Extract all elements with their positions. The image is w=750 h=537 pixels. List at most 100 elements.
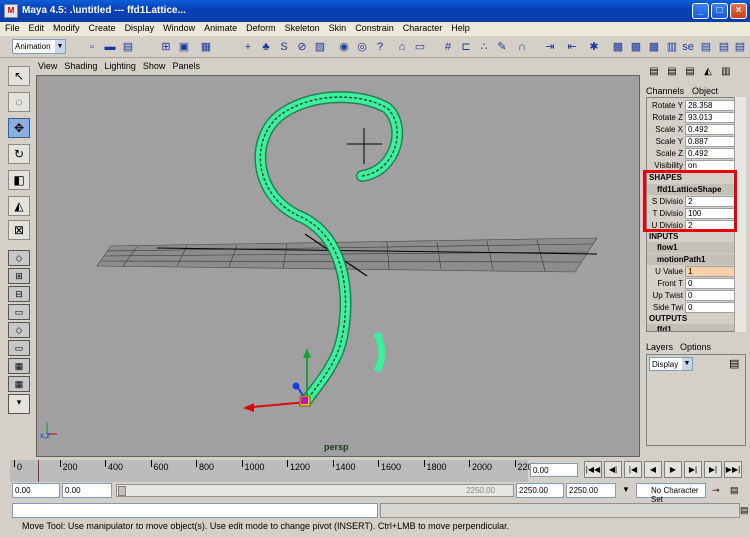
- menu-animate[interactable]: Animate: [199, 22, 241, 33]
- minimize-button[interactable]: _: [692, 3, 709, 19]
- playback-end-field[interactable]: 2250.00: [516, 483, 564, 498]
- character-set-arrow-icon[interactable]: ▼: [622, 485, 630, 494]
- menu-skin[interactable]: Skin: [324, 22, 351, 33]
- snap-grid-icon[interactable]: #: [440, 39, 456, 55]
- last-tool-icon[interactable]: ⊠: [8, 220, 30, 240]
- scale-tool-icon[interactable]: ◧: [8, 170, 30, 190]
- attribute-editor-icon[interactable]: ▤: [716, 39, 732, 55]
- move-tool-icon[interactable]: ✥: [8, 118, 30, 138]
- menu-window[interactable]: Window: [158, 22, 199, 33]
- output-node[interactable]: ffd1: [647, 324, 737, 331]
- menu-constrain[interactable]: Constrain: [350, 22, 398, 33]
- snap-view-icon[interactable]: ✎: [494, 39, 510, 55]
- tool-settings-icon[interactable]: ▥: [718, 64, 734, 80]
- selection-field-icon[interactable]: ▤: [698, 39, 714, 55]
- step-forward-frame-icon[interactable]: ▶|: [684, 461, 702, 478]
- panel-menu-lighting[interactable]: Lighting: [100, 60, 139, 71]
- range-slider-handle[interactable]: [118, 486, 126, 496]
- lock-selection-icon[interactable]: ⌂: [394, 39, 410, 55]
- script-editor-icon[interactable]: ▤: [740, 505, 749, 516]
- curve-mask-icon[interactable]: S: [276, 39, 292, 55]
- channel-box-icon[interactable]: ▤: [732, 39, 748, 55]
- lasso-tool-icon[interactable]: ◌: [8, 92, 30, 112]
- channel-layers-icon[interactable]: ▤: [664, 64, 680, 80]
- make-live-icon[interactable]: ∩: [514, 39, 530, 55]
- attr-value[interactable]: 0.492: [685, 148, 735, 159]
- time-slider[interactable]: 0 200 400 600 800 1000 1200 1400 1600 1800 2000 220: [10, 460, 533, 482]
- render-globals-icon[interactable]: ▥: [664, 39, 680, 55]
- rendering-mask-icon[interactable]: ◎: [354, 39, 370, 55]
- menu-character[interactable]: Character: [398, 22, 447, 33]
- play-backwards-icon[interactable]: ◀: [644, 461, 662, 478]
- layout-two-icon[interactable]: ⊟: [8, 286, 30, 302]
- attr-value[interactable]: 0: [685, 278, 735, 289]
- ipr-render-icon[interactable]: ▩: [646, 39, 662, 55]
- channel-list-icon[interactable]: ▤: [646, 64, 662, 80]
- construction-history-icon[interactable]: ✱: [586, 39, 602, 55]
- layout-graph-icon[interactable]: ▦: [8, 376, 30, 392]
- render-icon[interactable]: ▩: [628, 39, 644, 55]
- dynamics-mask-icon[interactable]: ◉: [336, 39, 352, 55]
- snap-curve-icon[interactable]: ⊏: [458, 39, 474, 55]
- deformer-mask-icon[interactable]: ▧: [312, 39, 328, 55]
- maya-app-icon[interactable]: M: [4, 4, 18, 18]
- surface-mask-icon[interactable]: ⊘: [294, 39, 310, 55]
- go-to-end-icon[interactable]: ▶▶|: [724, 461, 742, 478]
- misc-mask-icon[interactable]: ?: [372, 39, 388, 55]
- new-scene-icon[interactable]: ▫: [84, 39, 100, 55]
- layer-display-select[interactable]: Display ▼: [649, 357, 693, 371]
- rotate-tool-icon[interactable]: ↻: [8, 144, 30, 164]
- layout-hypergraph-icon[interactable]: ◇: [8, 322, 30, 338]
- save-scene-icon[interactable]: ▤: [120, 39, 136, 55]
- play-forwards-icon[interactable]: ▶: [664, 461, 682, 478]
- playback-start-field[interactable]: 0.00: [62, 483, 112, 498]
- menu-display[interactable]: Display: [120, 22, 159, 33]
- menu-edit[interactable]: Edit: [24, 22, 49, 33]
- input-node-motionpath[interactable]: motionPath1: [647, 254, 737, 265]
- handle-mask-icon[interactable]: +: [240, 39, 256, 55]
- layout-dope-icon[interactable]: ▦: [8, 358, 30, 374]
- tab-object[interactable]: Object: [692, 86, 718, 96]
- attr-value[interactable]: 0.887: [685, 136, 735, 147]
- select-component-icon[interactable]: ▦: [198, 39, 214, 55]
- mode-selector[interactable]: Animation ▼: [12, 39, 66, 54]
- menu-deform[interactable]: Deform: [241, 22, 280, 33]
- menu-file[interactable]: File: [0, 22, 24, 33]
- menu-help[interactable]: Help: [446, 22, 474, 33]
- snap-point-icon[interactable]: ∴: [476, 39, 492, 55]
- attr-value[interactable]: 28.358: [685, 100, 735, 111]
- character-set-select[interactable]: No Character Set: [636, 483, 706, 504]
- input-node-flow[interactable]: flow1: [647, 242, 737, 253]
- layout-menu-icon[interactable]: ▾: [8, 394, 30, 414]
- tab-options[interactable]: Options: [680, 342, 711, 352]
- layout-four-icon[interactable]: ⊞: [8, 268, 30, 284]
- menu-skeleton[interactable]: Skeleton: [280, 22, 324, 33]
- range-slider[interactable]: 2250.00: [116, 484, 514, 497]
- attr-value[interactable]: 0.492: [685, 124, 735, 135]
- current-frame-field[interactable]: 0.00: [530, 463, 578, 477]
- new-layer-icon[interactable]: ▤: [729, 357, 739, 370]
- attr-value[interactable]: 0: [685, 290, 735, 301]
- maximize-button[interactable]: □: [711, 3, 728, 19]
- se-icon[interactable]: se: [680, 39, 696, 55]
- layout-outliner-icon[interactable]: ▭: [8, 340, 30, 356]
- shading-icon[interactable]: ◭: [700, 64, 716, 80]
- select-object-icon[interactable]: ▣: [176, 39, 192, 55]
- tab-layers[interactable]: Layers: [646, 342, 673, 352]
- layout-persp-graph-icon[interactable]: ▭: [8, 304, 30, 320]
- panel-menu-panels[interactable]: Panels: [168, 60, 203, 71]
- end-time-field[interactable]: 2250.00: [566, 483, 616, 498]
- auto-key-icon[interactable]: ⊸: [712, 485, 720, 496]
- panel-menu-view[interactable]: View: [34, 60, 60, 71]
- select-hierarchy-icon[interactable]: ⊞: [158, 39, 174, 55]
- input-history-icon[interactable]: ⇥: [542, 39, 558, 55]
- channel-layers2-icon[interactable]: ▤: [682, 64, 698, 80]
- manipulator-tool-icon[interactable]: ◭: [8, 196, 30, 216]
- command-line[interactable]: [12, 503, 378, 518]
- attr-value[interactable]: 1: [685, 266, 735, 277]
- panel-menu-shading[interactable]: Shading: [60, 60, 100, 71]
- go-to-start-icon[interactable]: |◀◀: [584, 461, 602, 478]
- step-forward-key-icon[interactable]: ▶|: [704, 461, 722, 478]
- start-time-field[interactable]: 0.00: [12, 483, 60, 498]
- render-view-icon[interactable]: ▩: [610, 39, 626, 55]
